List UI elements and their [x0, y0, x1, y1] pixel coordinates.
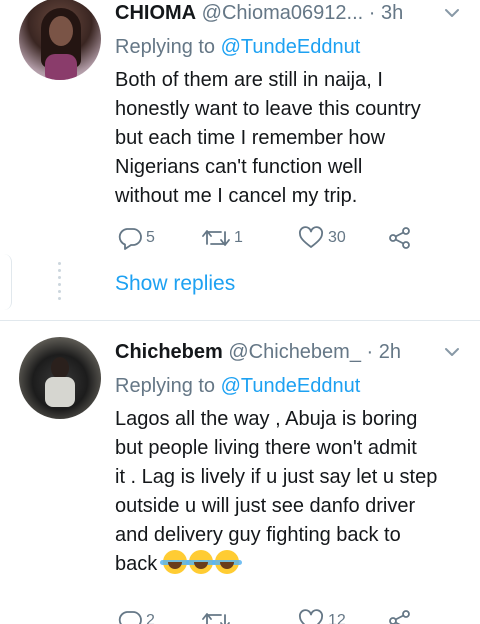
- retweet-button[interactable]: 1: [201, 226, 243, 250]
- timestamp[interactable]: 2h: [379, 341, 401, 363]
- tweet-text-line: back: [115, 553, 158, 575]
- separator-dot: ·: [368, 2, 376, 24]
- thread-dots: [58, 262, 61, 304]
- timestamp[interactable]: 3h: [381, 2, 403, 24]
- tweet-text-line: outside u will just see danfo driver: [115, 495, 416, 517]
- heart-icon: [297, 226, 325, 250]
- scroll-edge: [0, 254, 12, 310]
- reply-count: 5: [146, 229, 155, 246]
- avatar-face: [51, 357, 69, 379]
- tweet-text-line: Both of them are still in naija, I: [115, 69, 383, 91]
- avatar-face: [49, 16, 73, 46]
- separator-dot: ·: [366, 341, 374, 363]
- tweet-text-line: but people living there won't admit: [115, 437, 417, 459]
- display-name[interactable]: CHIOMA: [115, 2, 196, 24]
- avatar-shirt: [45, 54, 77, 80]
- like-count: 30: [328, 229, 346, 246]
- tweet-text: Lagos all the way , Abuja is boring but …: [115, 405, 465, 579]
- reply-icon: [117, 609, 143, 624]
- mention-link[interactable]: @TundeEddnut: [221, 375, 361, 397]
- laughing-crying-emoji-icon: [211, 550, 242, 574]
- share-button[interactable]: [387, 609, 413, 624]
- reply-button[interactable]: 5: [117, 226, 155, 250]
- tweet-text-line: Lagos all the way , Abuja is boring: [115, 408, 418, 430]
- avatar-body: [45, 377, 75, 407]
- laughing-crying-emoji-icon: [185, 550, 216, 574]
- replying-to-label: Replying to: [115, 36, 221, 58]
- tweet-text-line: without me I cancel my trip.: [115, 185, 358, 207]
- avatar[interactable]: [19, 337, 101, 419]
- retweet-icon: [201, 609, 231, 624]
- tweet-content: CHIOMA @Chioma06912... · 3h Replying to …: [115, 0, 465, 295]
- tweet-text-line: honestly want to leave this country: [115, 98, 421, 120]
- reply-count: 2: [146, 612, 155, 624]
- tweet-text-line: it . Lag is lively if u just say let u s…: [115, 466, 438, 488]
- like-button[interactable]: 12: [297, 609, 346, 624]
- retweet-icon: [201, 226, 231, 250]
- like-button[interactable]: 30: [297, 226, 346, 250]
- reply-button[interactable]: 2: [117, 609, 155, 624]
- tweet-text-line: and delivery guy fighting back to: [115, 524, 401, 546]
- tweet-content: Chichebem @Chichebem_ · 2h Replying to @…: [115, 339, 465, 624]
- chevron-down-icon[interactable]: [443, 339, 461, 372]
- tweet-text-line: but each time I remember how: [115, 127, 386, 149]
- mention-link[interactable]: @TundeEddnut: [221, 36, 361, 58]
- like-count: 12: [328, 612, 346, 624]
- replying-to: Replying to @TundeEddnut: [115, 34, 465, 60]
- retweet-count: 1: [234, 229, 243, 246]
- show-replies-link[interactable]: Show replies: [115, 272, 235, 296]
- heart-icon: [297, 609, 325, 624]
- tweet-header: CHIOMA @Chioma06912... · 3h: [115, 0, 465, 26]
- avatar[interactable]: [19, 0, 101, 80]
- tweet-actions: 2 12: [115, 609, 465, 624]
- tweet[interactable]: Chichebem @Chichebem_ · 2h Replying to @…: [0, 321, 480, 624]
- tweet-header: Chichebem @Chichebem_ · 2h: [115, 339, 465, 365]
- share-icon: [387, 609, 413, 624]
- share-icon: [387, 226, 413, 250]
- tweet-text-line-last: back: [115, 550, 465, 579]
- display-name[interactable]: Chichebem: [115, 341, 223, 363]
- chevron-down-icon[interactable]: [443, 0, 461, 33]
- reply-icon: [117, 226, 143, 250]
- share-button[interactable]: [387, 226, 413, 250]
- user-handle[interactable]: @Chioma06912...: [202, 2, 364, 24]
- replying-to-label: Replying to: [115, 375, 221, 397]
- tweet-text: Both of them are still in naija, I hones…: [115, 66, 465, 211]
- laughing-crying-emoji-icon: [159, 550, 190, 574]
- user-handle[interactable]: @Chichebem_: [228, 341, 361, 363]
- retweet-button[interactable]: [201, 609, 234, 624]
- tweet[interactable]: CHIOMA @Chioma06912... · 3h Replying to …: [0, 0, 480, 320]
- tweet-text-line: Nigerians can't function well: [115, 156, 363, 178]
- replying-to: Replying to @TundeEddnut: [115, 373, 465, 399]
- tweet-actions: 5 1 30: [115, 226, 465, 250]
